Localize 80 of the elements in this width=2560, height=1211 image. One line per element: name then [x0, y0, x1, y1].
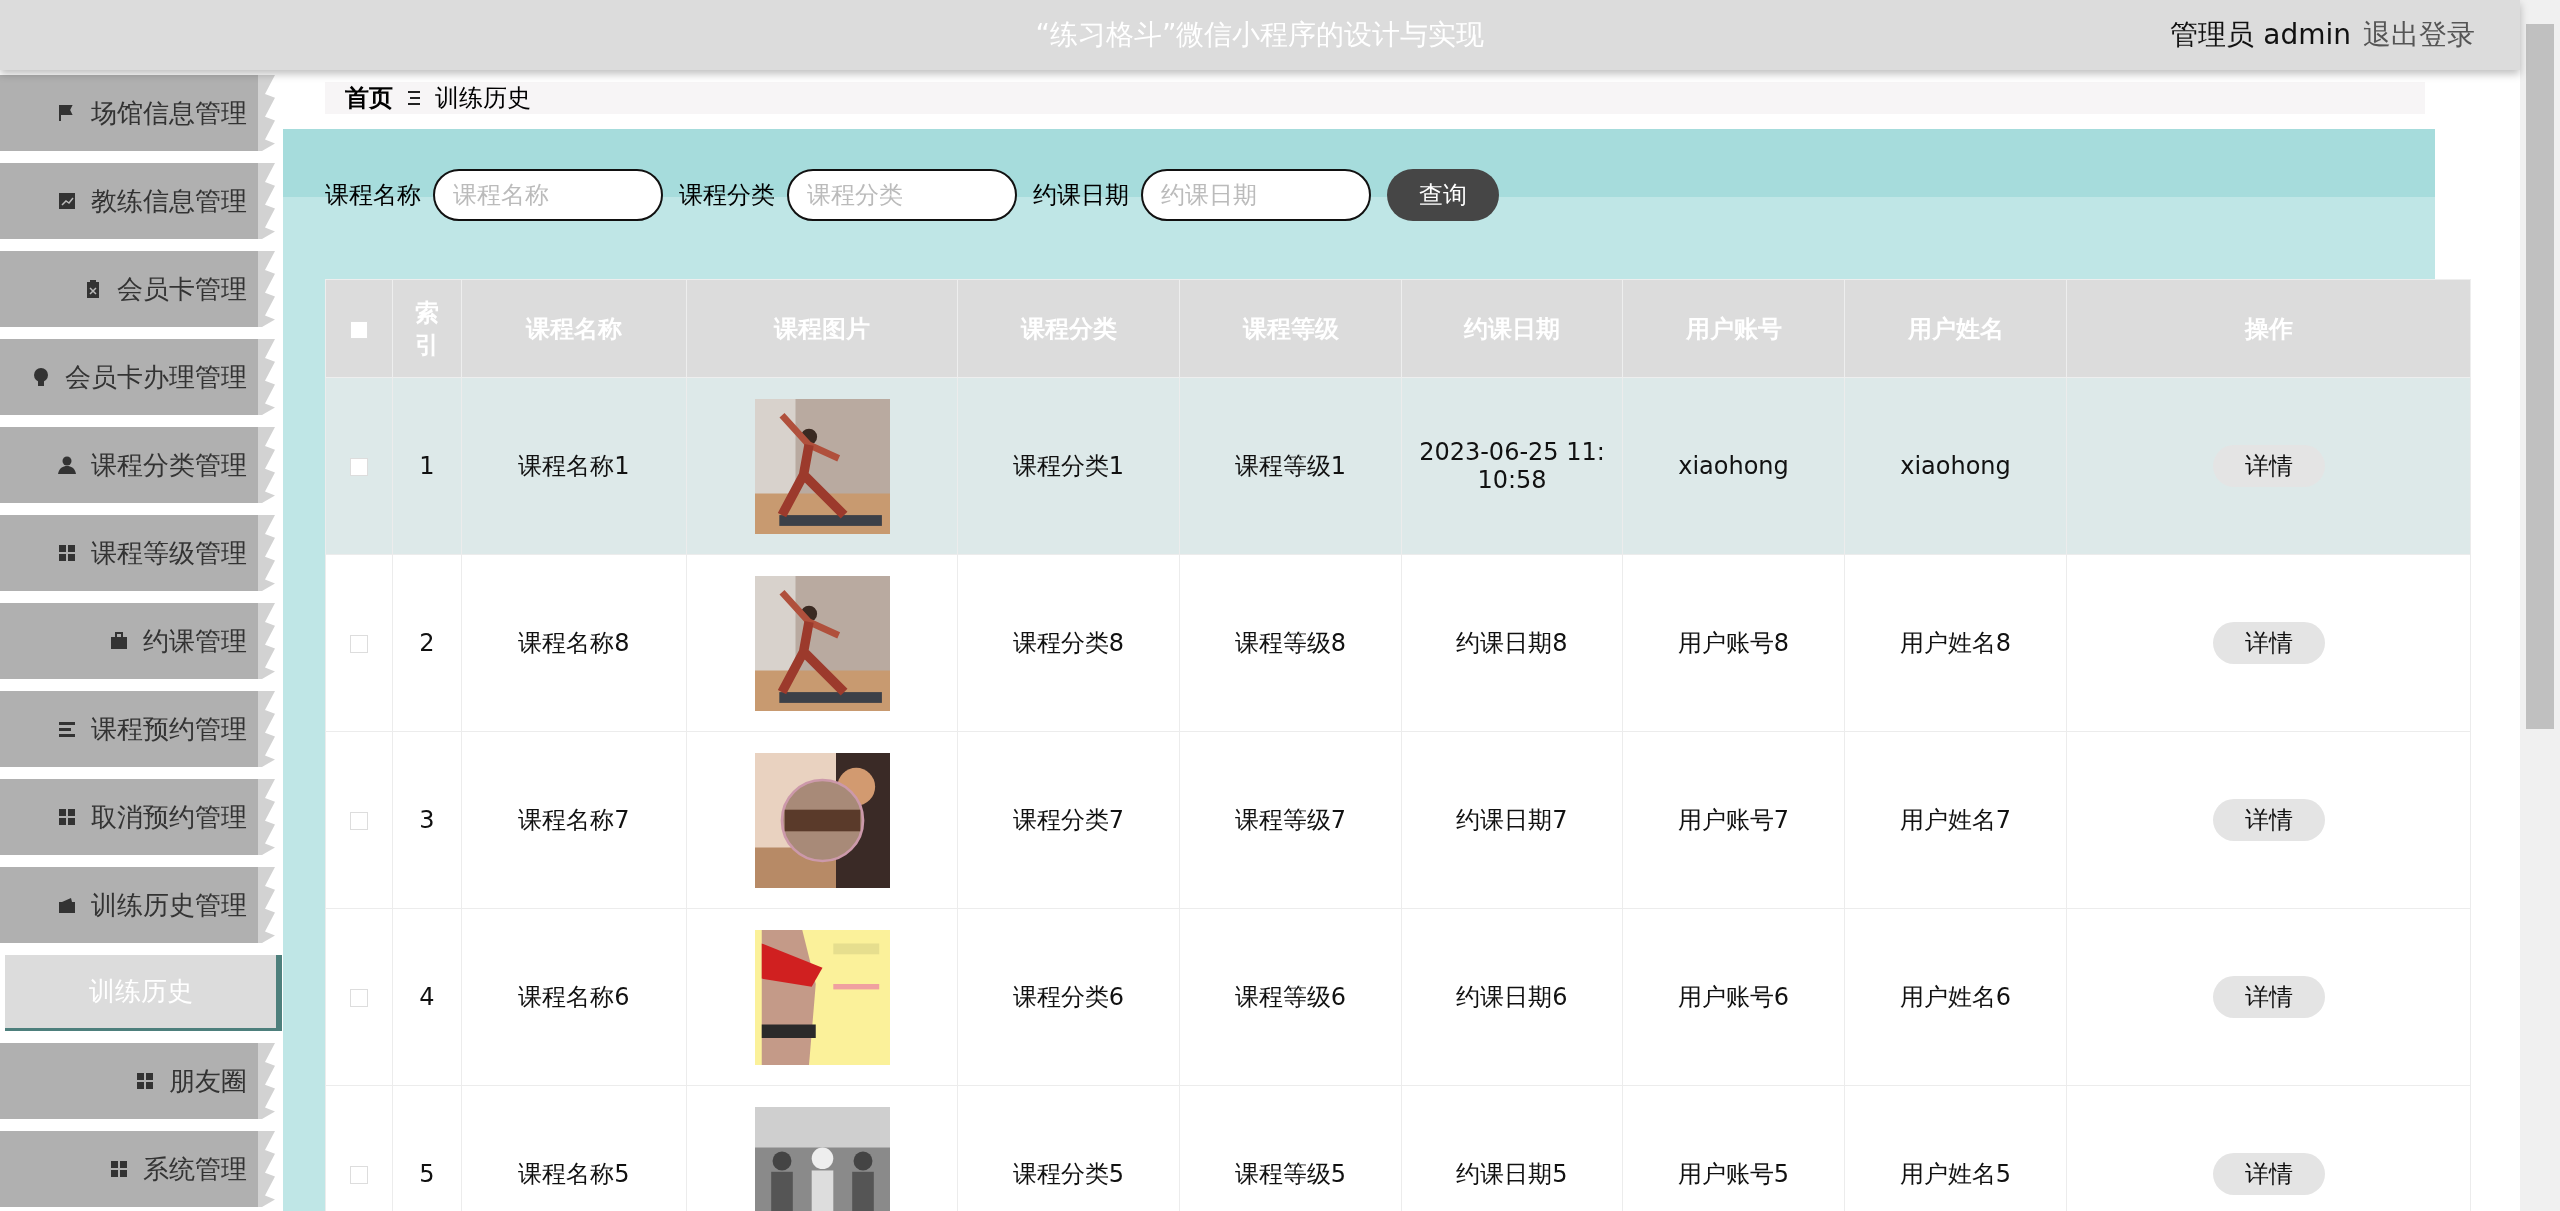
- table-row[interactable]: 3 课程名称7 课程分类7 课程等级7 约课日期7 用户账号7 用户姓名7 详情: [325, 731, 2471, 909]
- checkbox[interactable]: [350, 989, 368, 1007]
- checkbox[interactable]: [350, 812, 368, 830]
- table-cell: 用户姓名7: [1844, 731, 2067, 909]
- search-button[interactable]: 查询: [1387, 169, 1499, 221]
- details-button[interactable]: 详情: [2212, 622, 2325, 664]
- field-label: 课程名称: [325, 180, 421, 211]
- table-cell: 2023-06-25 11:10:58: [1401, 377, 1623, 555]
- sidebar-item[interactable]: 取消预约管理: [0, 779, 275, 855]
- sidebar-item[interactable]: 约课管理: [0, 603, 275, 679]
- table-cell: 课程名称6: [461, 908, 687, 1086]
- logout-link[interactable]: 退出登录: [2363, 16, 2475, 54]
- list-icon: [57, 719, 77, 739]
- table-cell: 课程名称7: [461, 731, 687, 909]
- table-cell: 课程分类7: [957, 731, 1180, 909]
- table-cell: 课程等级8: [1179, 554, 1402, 732]
- details-button[interactable]: 详情: [2212, 445, 2325, 487]
- details-button[interactable]: 详情: [2212, 799, 2325, 841]
- details-button[interactable]: 详情: [2212, 1153, 2325, 1195]
- person-icon: [57, 455, 77, 475]
- table-cell: xiaohong: [1622, 377, 1845, 555]
- briefcase-icon: [109, 631, 129, 651]
- table-cell: 4: [392, 908, 462, 1086]
- sidebar-item[interactable]: 课程分类管理: [0, 427, 275, 503]
- grid-icon: [135, 1071, 155, 1091]
- table-cell: 课程等级6: [1179, 908, 1402, 1086]
- sidebar-item[interactable]: 教练信息管理: [0, 163, 275, 239]
- scrollbar[interactable]: [2520, 0, 2560, 1211]
- search-field[interactable]: 约课日期: [1141, 169, 1371, 221]
- sidebar-item[interactable]: 场馆信息管理: [0, 75, 275, 151]
- sidebar-item[interactable]: 系统管理: [0, 1131, 275, 1207]
- field-label: 课程分类: [679, 180, 775, 211]
- checkbox[interactable]: [350, 635, 368, 653]
- table-row[interactable]: 5 课程名称5 课程分类5 课程等级5 约课日期5 用户账号5 用户姓名5 详情: [325, 1085, 2471, 1211]
- table-cell: 3: [392, 731, 462, 909]
- table-cell: 课程名称8: [461, 554, 687, 732]
- table-cell: 用户账号6: [1622, 908, 1845, 1086]
- bulb-icon: [31, 367, 51, 387]
- checkbox[interactable]: [350, 1166, 368, 1184]
- user-label: 管理员 admin: [2170, 17, 2351, 53]
- table-cell: 用户姓名8: [1844, 554, 2067, 732]
- grid-icon: [109, 1159, 129, 1179]
- wallet-icon: [57, 895, 77, 915]
- table-cell: 1: [392, 377, 462, 555]
- sidebar-item[interactable]: 会员卡管理: [0, 251, 275, 327]
- search-field[interactable]: 课程名称: [433, 169, 663, 221]
- grid-icon: [57, 543, 77, 563]
- sidebar-item[interactable]: 朋友圈: [0, 1043, 275, 1119]
- table-row[interactable]: 4 课程名称6 课程分类6 课程等级6 约课日期6 用户账号6 用户姓名6 详情: [325, 908, 2471, 1086]
- details-button[interactable]: 详情: [2212, 976, 2325, 1018]
- separator-icon: [407, 90, 421, 106]
- table-cell: 课程分类8: [957, 554, 1180, 732]
- table-row[interactable]: 1 课程名称1 课程分类1 课程等级1 2023-06-25 11:10:58 xiaohong xiaohong 详情: [325, 377, 2471, 555]
- table-cell: 课程名称1: [461, 377, 687, 555]
- table-cell: 课程分类1: [957, 377, 1180, 555]
- search-field[interactable]: 课程分类: [787, 169, 1017, 221]
- table-cell: 用户账号8: [1622, 554, 1845, 732]
- table-row[interactable]: 2 课程名称8 课程分类8 课程等级8 约课日期8 用户账号8 用户姓名8 详情: [325, 554, 2471, 732]
- table-cell: 2: [392, 554, 462, 732]
- table-cell: 课程等级7: [1179, 731, 1402, 909]
- table-cell: 用户姓名6: [1844, 908, 2067, 1086]
- table-cell: 约课日期6: [1401, 908, 1623, 1086]
- sidebar-item[interactable]: 训练历史管理: [0, 867, 275, 943]
- table-cell: xiaohong: [1844, 377, 2067, 555]
- sidebar-item[interactable]: 会员卡办理管理: [0, 339, 275, 415]
- table-cell: 约课日期8: [1401, 554, 1623, 732]
- grid-icon: [57, 807, 77, 827]
- table-cell: 用户账号7: [1622, 731, 1845, 909]
- checkbox[interactable]: [350, 320, 368, 339]
- table-cell: 课程等级1: [1179, 377, 1402, 555]
- chart-icon: [57, 191, 77, 211]
- scrollbar-thumb[interactable]: [2526, 24, 2554, 729]
- table-cell: 课程分类6: [957, 908, 1180, 1086]
- table-cell: 约课日期7: [1401, 731, 1623, 909]
- field-label: 约课日期: [1033, 180, 1129, 211]
- sidebar-item[interactable]: 课程预约管理: [0, 691, 275, 767]
- checkbox[interactable]: [350, 458, 368, 476]
- sidebar-item[interactable]: 课程等级管理: [0, 515, 275, 591]
- breadcrumb-home[interactable]: 首页: [345, 82, 393, 114]
- breadcrumb-current: 训练历史: [435, 83, 531, 114]
